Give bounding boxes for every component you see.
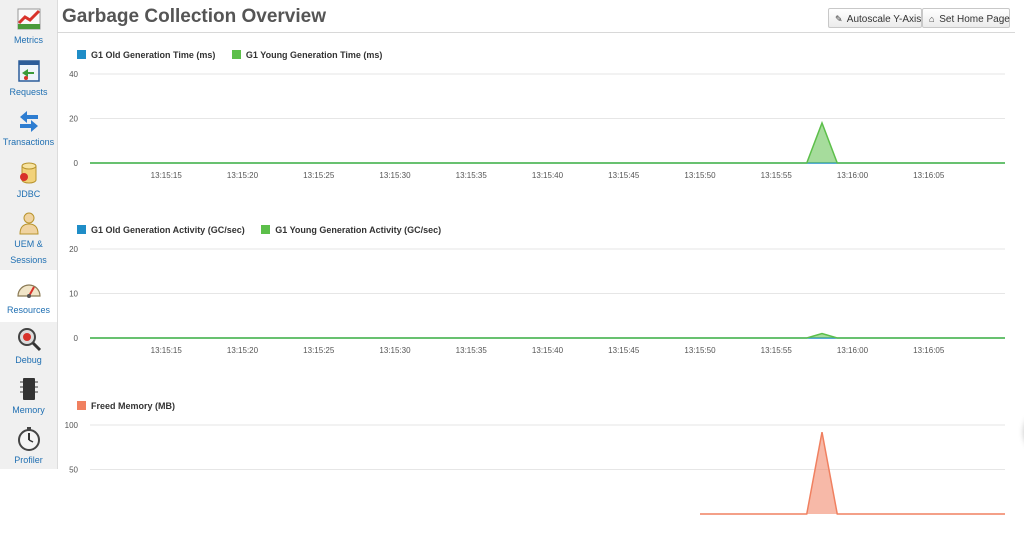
legend-item[interactable]: G1 Young Generation Time (ms) — [231, 50, 383, 60]
x-tick-label: 13:15:55 — [761, 346, 793, 355]
y-tick-label: 0 — [74, 159, 79, 168]
sidebar-item-profiler[interactable]: Profiler — [0, 426, 57, 469]
sidebar-item-debug[interactable]: Debug — [0, 326, 57, 374]
sidebar-item-transactions[interactable]: Transactions — [0, 108, 57, 156]
x-tick-label: 13:15:25 — [303, 171, 335, 180]
sidebar-item-jdbc[interactable]: JDBC — [0, 160, 57, 208]
stopwatch-icon — [17, 427, 40, 451]
gc-activity-plot: 0 10 20 13:15:15 13:15:20 13:15:25 13:15:30 13:… — [69, 245, 1005, 355]
x-tick-label: 13:15:50 — [684, 346, 716, 355]
x-tick-label: 13:15:55 — [761, 171, 793, 180]
x-tick-label: 13:15:25 — [303, 346, 335, 355]
debug-icon — [17, 328, 41, 352]
chart-legend: G1 Old Generation Activity (GC/sec) G1 Y… — [77, 225, 455, 235]
legend-label: G1 Old Generation Time (ms) — [91, 50, 216, 60]
set-home-page-button[interactable]: ⌂ Set Home Page — [922, 8, 1010, 28]
sidebar-item-label: Debug — [15, 355, 42, 365]
y-tick-label: 0 — [74, 334, 79, 343]
gc-time-plot: 0 20 40 13:15:15 13:15:20 13:15:25 13:15:30 13:… — [69, 70, 1005, 180]
transactions-icon — [19, 111, 38, 132]
memory-icon — [19, 378, 38, 400]
sidebar-item-label: UEM & — [14, 239, 43, 249]
legend-label: G1 Old Generation Activity (GC/sec) — [91, 225, 245, 235]
x-tick-label: 13:15:35 — [456, 346, 488, 355]
gc-time-chart: G1 Old Generation Time (ms) G1 Young Gen… — [57, 46, 1024, 186]
x-tick-label: 13:15:30 — [379, 171, 411, 180]
freed-memory-chart: Freed Memory (MB) 50 100 — [57, 396, 1024, 515]
x-tick-label: 13:16:00 — [837, 171, 869, 180]
x-tick-label: 13:16:00 — [837, 346, 869, 355]
chart-legend: G1 Old Generation Time (ms) G1 Young Gen… — [77, 50, 396, 60]
chart-legend: Freed Memory (MB) — [77, 401, 189, 411]
main-content: Garbage Collection Overview ✎ Autoscale … — [57, 0, 1024, 515]
sidebar-item-resources[interactable]: Resources — [0, 270, 57, 322]
sidebar-item-label: Transactions — [2, 137, 55, 147]
series-line — [90, 332, 1005, 339]
sidebar-item-uem-sessions[interactable]: UEM & Sessions — [0, 210, 57, 268]
legend-item[interactable]: G1 Old Generation Time (ms) — [77, 50, 215, 60]
sidebar-item-label: Requests — [9, 87, 48, 97]
legend-label: G1 Young Generation Activity (GC/sec) — [275, 225, 442, 235]
y-tick-label: 20 — [69, 245, 78, 254]
title-divider — [57, 32, 1015, 33]
legend-swatch — [77, 225, 86, 234]
wrench-icon: ✎ — [835, 14, 843, 24]
x-tick-label: 13:15:15 — [151, 171, 183, 180]
chart-icon — [17, 8, 40, 30]
legend-swatch — [77, 401, 86, 410]
x-tick-label: 13:15:20 — [227, 346, 259, 355]
x-tick-label: 13:15:20 — [227, 171, 259, 180]
legend-swatch — [77, 50, 86, 59]
database-icon — [19, 162, 36, 184]
sidebar-item-label: Profiler — [14, 455, 43, 465]
x-tick-label: 13:16:05 — [913, 171, 945, 180]
series-area — [90, 122, 1005, 163]
page-title: Garbage Collection Overview — [62, 6, 326, 27]
sidebar-item-label: Metrics — [14, 35, 43, 45]
series-line — [90, 120, 1005, 164]
y-tick-label: 50 — [69, 466, 78, 475]
y-tick-label: 40 — [69, 70, 78, 79]
x-tick-label: 13:16:05 — [913, 346, 945, 355]
legend-item[interactable]: Freed Memory (MB) — [77, 401, 175, 411]
x-tick-label: 13:15:50 — [684, 171, 716, 180]
y-tick-label: 20 — [69, 115, 78, 124]
legend-label: G1 Young Generation Time (ms) — [245, 50, 383, 60]
legend-swatch — [261, 225, 271, 234]
gc-activity-chart: G1 Old Generation Activity (GC/sec) G1 Y… — [57, 221, 1024, 361]
x-tick-label: 13:15:15 — [151, 346, 183, 355]
user-icon — [18, 212, 39, 235]
x-tick-label: 13:15:40 — [532, 346, 564, 355]
x-tick-label: 13:15:45 — [608, 171, 640, 180]
series-area — [700, 432, 1005, 514]
requests-icon — [17, 60, 40, 82]
y-tick-label: 100 — [65, 421, 79, 430]
legend-item[interactable]: G1 Young Generation Activity (GC/sec) — [261, 225, 441, 235]
x-tick-label: 13:15:30 — [379, 346, 411, 355]
sidebar-item-metrics[interactable]: Metrics — [0, 6, 57, 54]
x-tick-label: 13:15:35 — [456, 171, 488, 180]
sidebar-item-label-line2: Sessions — [10, 255, 47, 265]
home-icon: ⌂ — [929, 14, 935, 24]
series-line — [700, 431, 1005, 515]
sidebar-item-label: Resources — [6, 305, 51, 315]
legend-label: Freed Memory (MB) — [91, 401, 176, 411]
gauge-icon — [16, 284, 41, 298]
set-home-page-label: Set Home Page — [939, 14, 1010, 25]
sidebar-item-label: JDBC — [16, 189, 41, 199]
autoscale-y-axis-button[interactable]: ✎ Autoscale Y-Axis — [828, 8, 922, 28]
x-tick-label: 13:15:40 — [532, 171, 564, 180]
legend-swatch — [231, 50, 241, 59]
sidebar-item-label: Memory — [12, 405, 45, 415]
sidebar-item-memory[interactable]: Memory — [0, 376, 57, 424]
y-tick-label: 10 — [69, 290, 78, 299]
autoscale-y-axis-label: Autoscale Y-Axis — [846, 14, 922, 25]
sidebar: Metrics Requests Transactions JDBC UEM &… — [0, 0, 58, 469]
freed-memory-plot: 50 100 — [65, 421, 1005, 515]
x-tick-label: 13:15:45 — [608, 346, 640, 355]
legend-item[interactable]: G1 Old Generation Activity (GC/sec) — [77, 225, 245, 235]
sidebar-item-requests[interactable]: Requests — [0, 58, 57, 106]
